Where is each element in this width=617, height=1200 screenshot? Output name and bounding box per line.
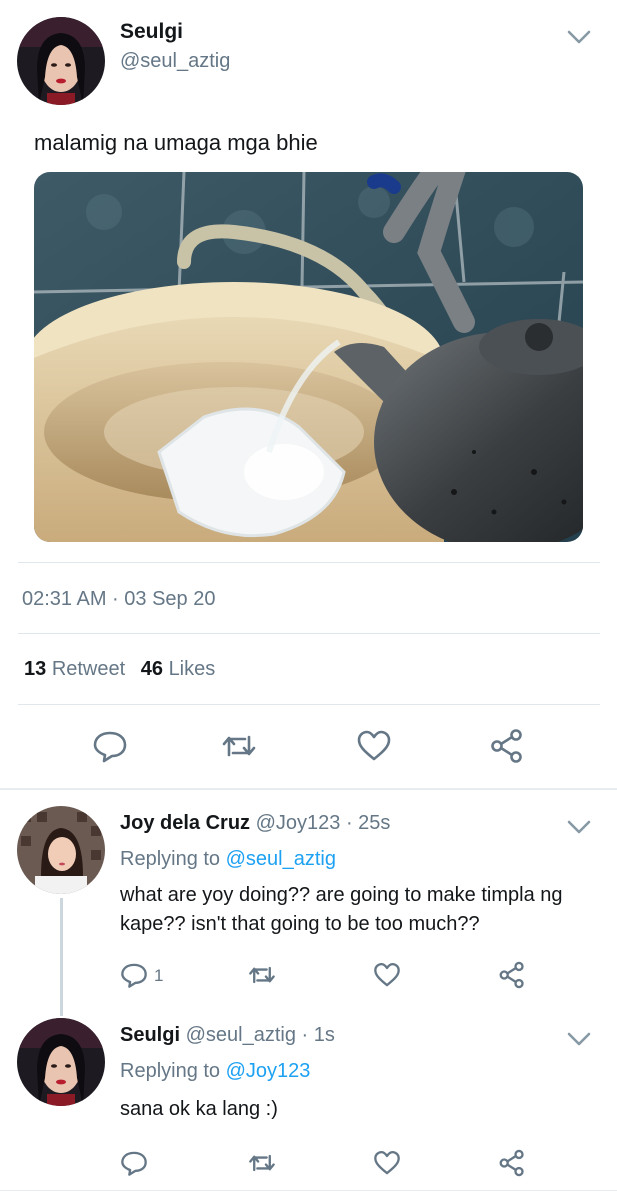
replying-to-prefix: Replying to <box>120 848 221 870</box>
chevron-down-icon[interactable] <box>566 28 592 46</box>
reply-text: what are yoy doing?? are going to make t… <box>120 881 563 939</box>
retweet-icon[interactable] <box>219 726 259 766</box>
like-count[interactable]: 46 <box>141 658 163 680</box>
chevron-down-icon[interactable] <box>566 818 592 836</box>
reply-text-line: what are yoy doing?? are going to make t… <box>120 884 563 906</box>
divider <box>18 704 600 705</box>
divider <box>0 788 617 790</box>
reply-author-name[interactable]: Joy dela Cruz <box>120 812 250 834</box>
thread-connector <box>60 898 63 1016</box>
tweet-stats: 13 Retweet 46 Likes <box>24 658 225 681</box>
main-author-handle[interactable]: @seul_aztig <box>120 50 230 73</box>
like-icon[interactable] <box>354 726 394 766</box>
reply-author-name[interactable]: Seulgi <box>120 1024 180 1046</box>
chevron-down-icon[interactable] <box>566 1030 592 1048</box>
reply-text-line: kape?? isn't that going to be too much?? <box>120 913 480 935</box>
reply-icon[interactable] <box>118 959 150 991</box>
reply-time: · 25s <box>345 812 391 834</box>
like-icon[interactable] <box>371 959 403 991</box>
tweet-timestamp: 02:31 AM · 03 Sep 20 <box>22 588 216 610</box>
retweet-label[interactable]: Retweet <box>52 658 125 680</box>
reply-time: · 1s <box>301 1024 335 1046</box>
divider <box>0 1190 617 1191</box>
reply-icon[interactable] <box>90 726 130 766</box>
retweet-icon[interactable] <box>246 1147 278 1179</box>
tweet-photo[interactable] <box>34 172 583 542</box>
replying-to-link[interactable]: @Joy123 <box>226 1060 311 1082</box>
main-author-avatar[interactable] <box>17 17 105 105</box>
share-icon[interactable] <box>496 1147 528 1179</box>
reply-author-avatar[interactable] <box>17 806 105 894</box>
reply-header: Joy dela Cruz @Joy123 · 25s <box>120 812 390 835</box>
replying-to: Replying to @seul_aztig <box>120 848 336 871</box>
reply-author-avatar[interactable] <box>17 1018 105 1106</box>
like-label[interactable]: Likes <box>169 658 216 680</box>
share-icon[interactable] <box>487 726 527 766</box>
reply-header: Seulgi @seul_aztig · 1s <box>120 1024 335 1047</box>
share-icon[interactable] <box>496 959 528 991</box>
like-icon[interactable] <box>371 1147 403 1179</box>
replying-to-prefix: Replying to <box>120 1060 221 1082</box>
reply-author-handle[interactable]: @seul_aztig <box>186 1024 296 1046</box>
retweet-count[interactable]: 13 <box>24 658 46 680</box>
tweet-text: malamig na umaga mga bhie <box>34 130 318 155</box>
reply-author-handle[interactable]: @Joy123 <box>256 812 341 834</box>
retweet-icon[interactable] <box>246 959 278 991</box>
main-author-name[interactable]: Seulgi <box>120 20 183 44</box>
reply-count: 1 <box>154 966 164 985</box>
reply-text-line: sana ok ka lang :) <box>120 1098 278 1120</box>
replying-to-link[interactable]: @seul_aztig <box>226 848 336 870</box>
reply-text: sana ok ka lang :) <box>120 1095 278 1124</box>
divider <box>18 562 600 563</box>
replying-to: Replying to @Joy123 <box>120 1060 310 1083</box>
reply-icon[interactable] <box>118 1147 150 1179</box>
divider <box>18 633 600 634</box>
